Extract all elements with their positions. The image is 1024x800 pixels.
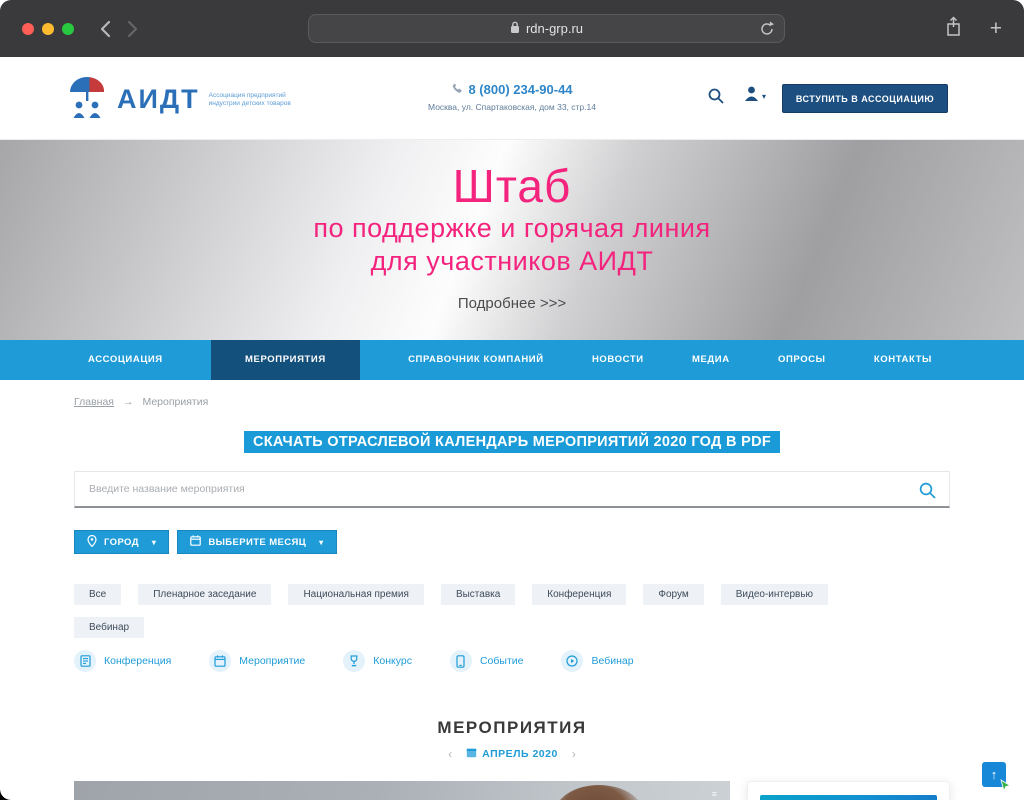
new-tab-button[interactable]: + [990, 18, 1002, 39]
url-text: rdn-grp.ru [526, 21, 583, 36]
promo-banner[interactable]: Штаб по поддержке и горячая линия для уч… [0, 140, 1024, 340]
back-button[interactable] [100, 20, 111, 38]
phone-icon [451, 82, 463, 97]
event-card-banner [760, 795, 937, 800]
phone-number: 8 (800) 234-90-44 [468, 82, 572, 97]
banner-line-2: по поддержке и горячая линия [0, 212, 1024, 245]
share-icon[interactable] [945, 16, 962, 42]
event-card-large[interactable]: ≡ [74, 781, 730, 800]
up-arrow-icon: ↑ [991, 767, 998, 782]
breadcrumb-home[interactable]: Главная [74, 396, 114, 408]
current-month-button[interactable]: АПРЕЛЬ 2020 [466, 747, 558, 761]
address-bar[interactable]: rdn-grp.ru [308, 14, 785, 43]
filter-buttons: ГОРОД ▾ ВЫБЕРИТЕ МЕСЯЦ ▾ [74, 530, 950, 554]
webinar-icon [561, 650, 583, 672]
window-controls [22, 23, 74, 35]
nav-item-association[interactable]: АССОЦИАЦИЯ [88, 340, 163, 380]
browser-toolbar: rdn-grp.ru + [0, 0, 1024, 57]
legend-webinar[interactable]: Вебинар [561, 650, 633, 672]
contest-icon [343, 650, 365, 672]
tag-exhibition[interactable]: Выставка [441, 584, 515, 605]
event-type-legend: Конференция Мероприятие Конкурс Событие [74, 650, 950, 672]
lock-icon [510, 21, 520, 37]
conference-icon [74, 650, 96, 672]
chevron-down-icon: ▾ [152, 538, 156, 547]
breadcrumb-arrow-icon: → [123, 396, 134, 408]
chevron-down-icon: ▾ [762, 92, 766, 101]
user-icon [744, 86, 759, 107]
events-list: ≡ [74, 781, 950, 800]
legend-event[interactable]: Мероприятие [209, 650, 305, 672]
tag-webinar[interactable]: Вебинар [74, 617, 144, 638]
tag-forum[interactable]: Форум [643, 584, 703, 605]
legend-contest[interactable]: Конкурс [343, 650, 412, 672]
banner-line-3: для участников АИДТ [0, 245, 1024, 278]
prev-month-button[interactable]: ‹ [448, 747, 452, 761]
download-pdf-link[interactable]: СКАЧАТЬ ОТРАСЛЕВОЙ КАЛЕНДАРЬ МЕРОПРИЯТИЙ… [244, 431, 780, 453]
location-pin-icon [87, 535, 97, 550]
tag-filters: Все Пленарное заседание Национальная пре… [74, 584, 950, 638]
user-account-menu[interactable]: ▾ [744, 86, 766, 107]
forward-button[interactable] [127, 20, 138, 38]
event-search-box [74, 471, 950, 508]
month-navigator: ‹ АПРЕЛЬ 2020 › [74, 747, 950, 761]
event-icon [209, 650, 231, 672]
minimize-window-button[interactable] [42, 23, 54, 35]
nav-item-events[interactable]: МЕРОПРИЯТИЯ [211, 340, 360, 380]
main-navigation: АССОЦИАЦИЯ МЕРОПРИЯТИЯ СПРАВОЧНИК КОМПАН… [0, 340, 1024, 380]
search-icon[interactable] [708, 88, 724, 109]
browser-window: rdn-grp.ru + [0, 0, 1024, 800]
page-title: МЕРОПРИЯТИЯ [74, 718, 950, 738]
event-card-small[interactable] [747, 781, 950, 800]
tag-all[interactable]: Все [74, 584, 121, 605]
event-photo-watermark: ≡ [712, 789, 718, 799]
join-association-button[interactable]: ВСТУПИТЬ В АССОЦИАЦИЮ [782, 84, 948, 113]
nav-item-contacts[interactable]: КОНТАКТЫ [874, 340, 932, 380]
legend-conference[interactable]: Конференция [74, 650, 171, 672]
event-photo [554, 785, 644, 800]
search-submit-icon[interactable] [919, 482, 936, 504]
month-filter-button[interactable]: ВЫБЕРИТЕ МЕСЯЦ ▾ [177, 530, 336, 554]
reload-icon[interactable] [759, 20, 775, 41]
calendar-icon [466, 747, 477, 761]
tag-conference[interactable]: Конференция [532, 584, 626, 605]
city-filter-button[interactable]: ГОРОД ▾ [74, 530, 169, 554]
nav-item-media[interactable]: МЕДИА [692, 340, 730, 380]
tag-national-award[interactable]: Национальная премия [288, 584, 423, 605]
phone-link[interactable]: 8 (800) 234-90-44 [451, 82, 572, 97]
nav-item-surveys[interactable]: ОПРОСЫ [778, 340, 826, 380]
tag-video-interview[interactable]: Видео-интервью [721, 584, 828, 605]
legend-occasion[interactable]: Событие [450, 650, 524, 672]
nav-item-company-directory[interactable]: СПРАВОЧНИК КОМПАНИЙ [408, 340, 544, 380]
calendar-icon [190, 535, 201, 549]
close-window-button[interactable] [22, 23, 34, 35]
banner-title: Штаб [0, 160, 1024, 212]
occasion-icon [450, 650, 472, 672]
banner-more-link[interactable]: Подробнее >>> [0, 295, 1024, 312]
nav-item-news[interactable]: НОВОСТИ [592, 340, 644, 380]
pdf-calendar-line: СКАЧАТЬ ОТРАСЛЕВОЙ КАЛЕНДАРЬ МЕРОПРИЯТИЙ… [74, 433, 950, 451]
fullscreen-window-button[interactable] [62, 23, 74, 35]
breadcrumb-current: Мероприятия [142, 396, 208, 408]
next-month-button[interactable]: › [572, 747, 576, 761]
tag-plenary[interactable]: Пленарное заседание [138, 584, 271, 605]
event-search-input[interactable] [75, 472, 949, 506]
site-header: АИДТ Ассоциация предприятийиндустрии дет… [0, 57, 1024, 140]
chevron-down-icon: ▾ [319, 538, 323, 547]
cursor-badge-icon [999, 779, 1012, 795]
back-to-top-button[interactable]: ↑ [982, 762, 1006, 787]
breadcrumb: Главная → Мероприятия [74, 396, 950, 408]
